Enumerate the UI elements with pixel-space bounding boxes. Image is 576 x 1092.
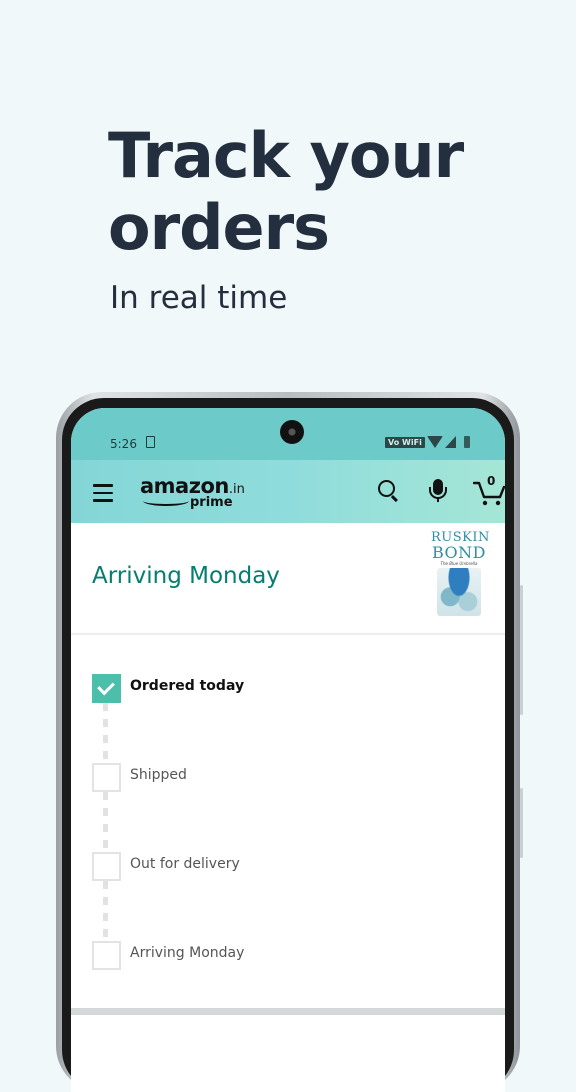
- camera-punch-hole: [280, 420, 304, 444]
- empty-checkbox-icon: [92, 941, 121, 970]
- step-label: Arriving Monday: [130, 945, 245, 961]
- phone-screen: 5:26 Vo WiFi amazon.in prime 0 Arriving …: [71, 408, 505, 1092]
- step-label: Shipped: [130, 767, 187, 783]
- step-label: Ordered today: [130, 678, 245, 694]
- status-time: 5:26: [110, 437, 137, 451]
- mic-cup: [429, 487, 447, 499]
- smile-arrow-icon: [143, 496, 189, 506]
- download-icon: [146, 436, 155, 448]
- headline-line-1: Track your: [108, 119, 464, 192]
- step-connector: [103, 703, 108, 765]
- amazon-prime-logo[interactable]: amazon.in prime: [140, 474, 245, 510]
- phone-bezel: 5:26 Vo WiFi amazon.in prime 0 Arriving …: [62, 398, 514, 1092]
- book-illustration: [437, 568, 481, 616]
- step-connector: [103, 792, 108, 854]
- checked-checkbox-icon: [92, 674, 121, 703]
- empty-checkbox-icon: [92, 763, 121, 792]
- hero-subheadline: In real time: [110, 280, 288, 316]
- hero-headline: Track your orders: [108, 119, 464, 264]
- arrival-title: Arriving Monday: [92, 563, 280, 589]
- book-author-last: BOND: [432, 543, 486, 562]
- battery-icon: [464, 436, 470, 448]
- signal-icon: [445, 436, 456, 448]
- search-icon[interactable]: [378, 480, 395, 497]
- phone-mockup: 5:26 Vo WiFi amazon.in prime 0 Arriving …: [56, 392, 520, 1092]
- arrival-summary[interactable]: Arriving Monday RUSKIN BOND The Blue Umb…: [71, 523, 505, 635]
- order-tracker: Ordered today Shipped Out for delivery A…: [71, 635, 505, 1015]
- step-connector: [103, 881, 108, 943]
- logo-prime: prime: [190, 495, 233, 510]
- status-bar: 5:26 Vo WiFi: [71, 408, 505, 460]
- power-button: [520, 788, 523, 858]
- menu-icon[interactable]: [93, 484, 113, 507]
- headline-line-2: orders: [108, 191, 330, 264]
- vowifi-badge: Vo WiFi: [385, 437, 425, 448]
- wifi-icon: [427, 436, 443, 448]
- step-label: Out for delivery: [130, 856, 240, 872]
- app-bar: amazon.in prime 0: [71, 460, 505, 523]
- cart-count: 0: [487, 474, 496, 488]
- product-thumbnail[interactable]: RUSKIN BOND The Blue Umbrella: [431, 531, 489, 619]
- volume-button: [520, 585, 523, 715]
- empty-checkbox-icon: [92, 852, 121, 881]
- section-divider: [71, 1008, 505, 1015]
